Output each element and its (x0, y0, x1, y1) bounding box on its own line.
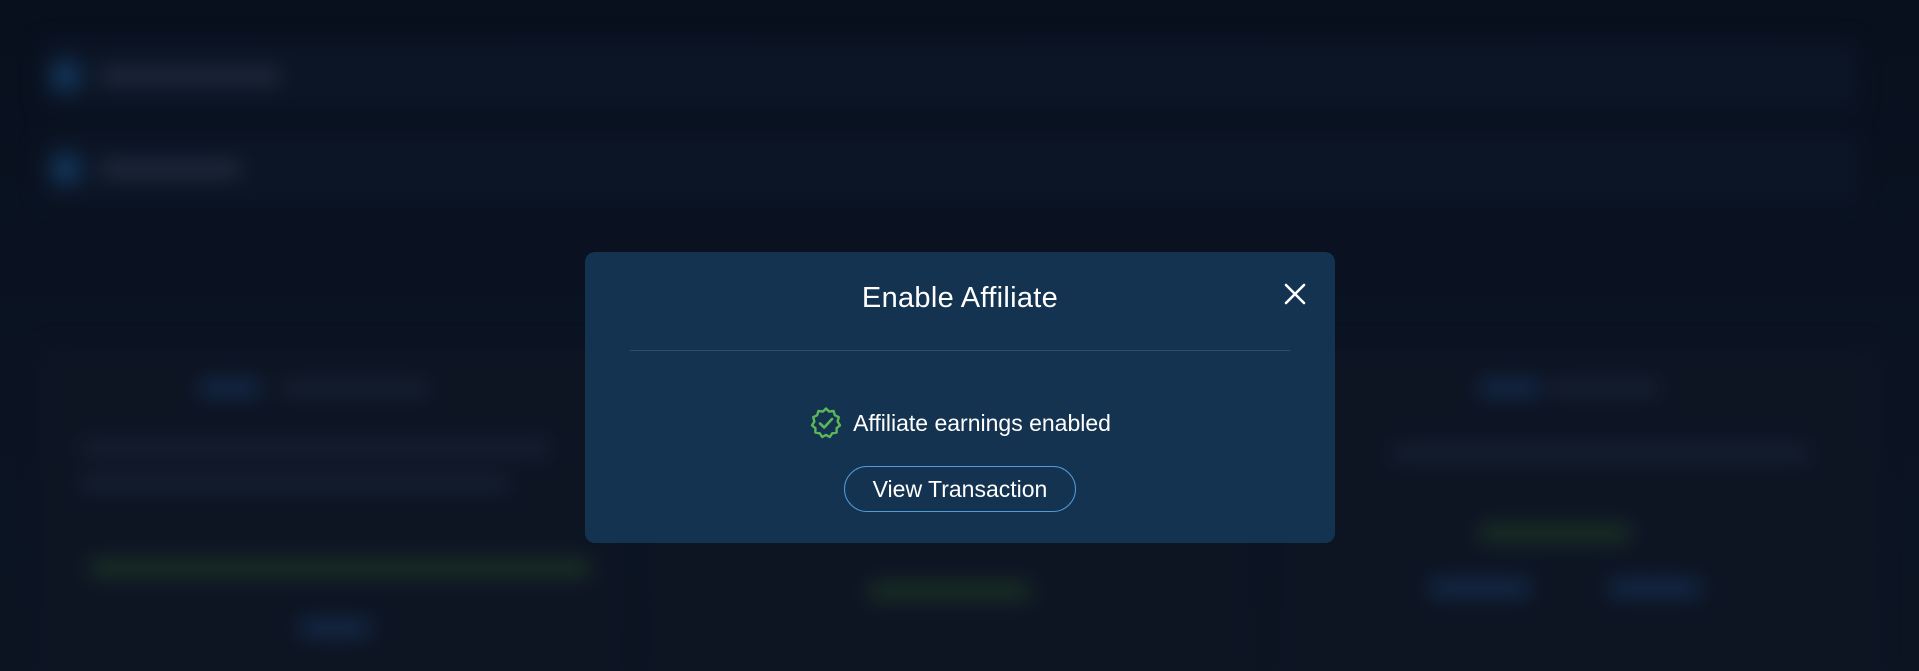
dialog-title: Enable Affiliate (861, 282, 1059, 314)
status-text: Affiliate earnings enabled (853, 409, 1111, 436)
view-transaction-button[interactable]: View Transaction (844, 466, 1076, 512)
status-message: Affiliate earnings enabled (585, 406, 1335, 440)
close-icon (1284, 283, 1306, 305)
dialog-divider (630, 350, 1290, 351)
enable-affiliate-dialog: Enable Affiliate Affiliate earnings enab… (585, 252, 1335, 543)
verified-badge-icon (810, 407, 842, 439)
close-button[interactable] (1277, 276, 1313, 312)
